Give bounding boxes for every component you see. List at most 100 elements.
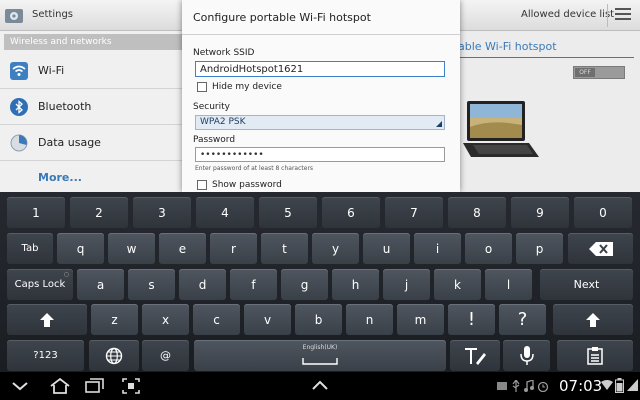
- key-z[interactable]: z: [91, 304, 138, 335]
- shift-key-right[interactable]: [553, 304, 633, 335]
- globe-icon: [105, 347, 123, 364]
- hide-keyboard-icon[interactable]: [10, 377, 30, 395]
- clipboard-key[interactable]: [557, 340, 633, 371]
- space-bar-icon: [302, 357, 338, 365]
- settings-icon[interactable]: [4, 7, 26, 25]
- app-tray-icon[interactable]: [310, 377, 330, 395]
- sidebar-item-label: Wi-Fi: [38, 64, 65, 77]
- voice-input-key[interactable]: [503, 340, 550, 371]
- screenshot-icon[interactable]: [121, 377, 141, 395]
- password-label: Password: [193, 135, 236, 145]
- key-i[interactable]: i: [414, 233, 461, 264]
- clipboard-icon: [587, 346, 603, 365]
- music-icon: [524, 380, 534, 392]
- key-h[interactable]: h: [332, 269, 379, 300]
- security-label: Security: [193, 102, 230, 112]
- dialog-title: Configure portable Wi-Fi hotspot: [193, 11, 371, 24]
- show-password-checkbox[interactable]: [197, 180, 207, 190]
- sidebar-item-wifi[interactable]: Wi-Fi: [0, 53, 182, 89]
- security-select[interactable]: WPA2 PSK: [195, 115, 445, 130]
- caps-lock-label: Caps Lock: [14, 279, 66, 290]
- key-y[interactable]: y: [312, 233, 359, 264]
- symbols-key[interactable]: ?123: [7, 340, 84, 371]
- key-1[interactable]: 1: [7, 197, 65, 228]
- allowed-device-list-button[interactable]: Allowed device list: [521, 9, 614, 20]
- key-e[interactable]: e: [159, 233, 206, 264]
- password-input[interactable]: [195, 147, 445, 162]
- key-5[interactable]: 5: [259, 197, 317, 228]
- caps-indicator-icon: ○: [63, 271, 69, 278]
- wifi-signal-icon: [601, 380, 613, 390]
- show-password-label: Show password: [212, 180, 282, 190]
- key-8[interactable]: 8: [448, 197, 506, 228]
- key-d[interactable]: d: [179, 269, 226, 300]
- key-3[interactable]: 3: [133, 197, 191, 228]
- key-f[interactable]: f: [230, 269, 277, 300]
- key-x[interactable]: x: [142, 304, 189, 335]
- key-u[interactable]: u: [363, 233, 410, 264]
- key-2[interactable]: 2: [70, 197, 128, 228]
- sidebar-item-data-usage[interactable]: Data usage: [0, 125, 182, 161]
- key-k[interactable]: k: [434, 269, 481, 300]
- tab-key[interactable]: Tab: [7, 233, 53, 264]
- key-g[interactable]: g: [281, 269, 328, 300]
- home-icon[interactable]: [48, 377, 72, 395]
- wifi-icon: [10, 62, 28, 80]
- key-at[interactable]: @: [142, 340, 189, 371]
- password-hint: Enter password of at least 8 characters: [195, 165, 314, 172]
- key-b[interactable]: b: [295, 304, 342, 335]
- clock: 07:03: [559, 377, 603, 395]
- ssid-input[interactable]: [195, 61, 445, 77]
- key-7[interactable]: 7: [385, 197, 443, 228]
- key-c[interactable]: c: [193, 304, 240, 335]
- backspace-icon: [588, 241, 613, 256]
- key-9[interactable]: 9: [511, 197, 569, 228]
- key-o[interactable]: o: [465, 233, 512, 264]
- space-language-label: English(UK): [302, 344, 338, 351]
- key-n[interactable]: n: [346, 304, 393, 335]
- sidebar-item-label: Bluetooth: [38, 100, 92, 113]
- next-key[interactable]: Next: [540, 269, 633, 300]
- shift-key-left[interactable]: [7, 304, 87, 335]
- language-key[interactable]: [89, 340, 139, 371]
- sidebar-item-label: Data usage: [38, 136, 101, 149]
- key-0[interactable]: 0: [574, 197, 632, 228]
- configure-hotspot-dialog: Configure portable Wi-Fi hotspot Network…: [182, 0, 460, 192]
- key-question[interactable]: ?: [499, 304, 546, 335]
- hotspot-toggle[interactable]: OFF: [573, 66, 625, 79]
- shift-icon: [586, 312, 600, 327]
- cell-signal-icon: [627, 379, 638, 391]
- handwriting-key[interactable]: [450, 340, 500, 371]
- key-s[interactable]: s: [128, 269, 175, 300]
- overflow-menu-icon[interactable]: [615, 8, 631, 22]
- ssid-label: Network SSID: [193, 48, 255, 58]
- key-6[interactable]: 6: [322, 197, 380, 228]
- caps-lock-key[interactable]: Caps Lock ○: [7, 269, 73, 300]
- hide-device-checkbox[interactable]: [197, 82, 207, 92]
- key-4[interactable]: 4: [196, 197, 254, 228]
- key-t[interactable]: t: [261, 233, 308, 264]
- more-settings-link[interactable]: More...: [38, 171, 82, 184]
- key-w[interactable]: w: [108, 233, 155, 264]
- data-usage-icon: [10, 134, 28, 152]
- space-key[interactable]: English(UK): [194, 340, 446, 371]
- alarm-icon: [537, 381, 549, 392]
- key-p[interactable]: p: [516, 233, 563, 264]
- key-a[interactable]: a: [77, 269, 124, 300]
- hide-device-label: Hide my device: [212, 82, 282, 92]
- recent-apps-icon[interactable]: [84, 377, 106, 395]
- on-screen-keyboard: 1 2 3 4 5 6 7 8 9 0 Tab q w e r t y u i …: [0, 192, 640, 372]
- key-m[interactable]: m: [397, 304, 444, 335]
- key-r[interactable]: r: [210, 233, 257, 264]
- laptop-illustration: [463, 101, 539, 157]
- backspace-key[interactable]: [568, 233, 633, 264]
- sidebar-item-bluetooth[interactable]: Bluetooth: [0, 89, 182, 125]
- key-exclamation[interactable]: !: [448, 304, 495, 335]
- usb-icon: [512, 380, 520, 392]
- key-l[interactable]: l: [485, 269, 532, 300]
- key-j[interactable]: j: [383, 269, 430, 300]
- shift-icon: [40, 312, 54, 327]
- settings-sidebar: Wireless and networks Wi-Fi Bluetooth Da: [0, 31, 182, 192]
- key-v[interactable]: v: [244, 304, 291, 335]
- key-q[interactable]: q: [57, 233, 104, 264]
